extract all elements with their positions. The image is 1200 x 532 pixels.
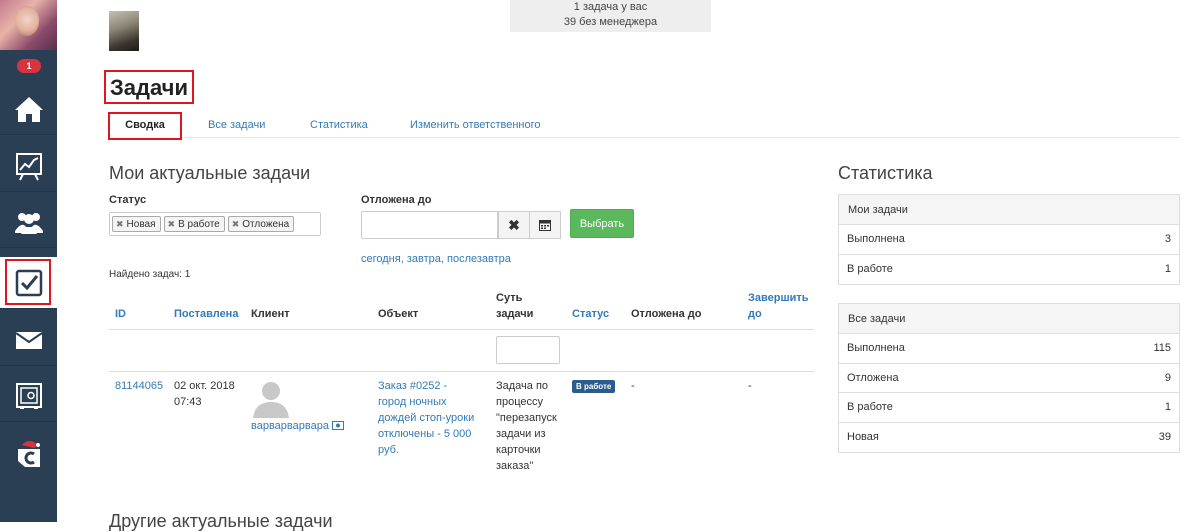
stats-row: Выполнена 3 [839,225,1179,255]
status-multiselect[interactable]: ✖ Новая ✖ В работе ✖ Отложена [109,212,321,236]
task-created: 02 окт. 2018 07:43 [174,380,235,408]
avatar[interactable] [0,0,57,50]
page-title: Задачи [104,70,194,104]
col-object: Объект [378,308,419,320]
task-finish: - [748,380,752,392]
status-label: Статус [109,194,147,206]
status-tag[interactable]: ✖ В работе [163,216,225,232]
statistics-title: Статистика [838,163,933,183]
col-essence: Суть задачи [496,292,534,320]
object-link[interactable]: Заказ #0252 - город ночных дождей стоп-у… [378,378,474,458]
sidebar: 1 [0,0,57,522]
remove-tag-icon[interactable]: ✖ [232,219,240,230]
profile-thumbnail[interactable] [109,11,139,51]
calendar-button[interactable] [529,211,561,239]
col-client: Клиент [251,308,290,320]
quick-date-day-after[interactable]: послезавтра [447,253,511,265]
status-tag[interactable]: ✖ Отложена [227,216,295,232]
nav-clients[interactable] [0,196,57,248]
my-tasks-count-text: 1 задача у вас [573,1,648,13]
nav-tasks[interactable] [0,257,57,309]
safe-icon [15,382,42,409]
stats-row: Отложена 9 [839,364,1179,393]
client-link[interactable]: варварварвара [251,418,345,434]
postponed-label: Отложена до [361,194,432,206]
table-filter-divider [109,371,814,372]
mail-icon [14,331,43,349]
found-count: Найдено задач: 1 [109,269,191,280]
table-header-divider [109,329,814,330]
nav-analytics[interactable] [0,140,57,192]
card-icon[interactable] [332,421,345,430]
stats-row: Выполнена 115 [839,334,1179,364]
tab-all-tasks[interactable]: Все задачи [208,119,265,131]
postponed-date-input[interactable] [361,211,498,239]
tabs: Сводка Все задачи Статистика Изменить от… [108,110,1180,140]
panel-heading: Все задачи [839,304,1179,334]
tab-change-assignee[interactable]: Изменить ответственного [410,119,541,131]
nav-home[interactable] [0,83,57,135]
col-status[interactable]: Статус [572,306,609,322]
chart-icon [15,152,42,180]
client-avatar-icon [253,382,289,418]
notifications-badge[interactable]: 1 [17,59,41,73]
task-summary-box: 1 задача у вас 39 без менеджера [510,0,711,32]
stats-row: Новая 39 [847,431,1171,444]
remove-tag-icon[interactable]: ✖ [116,219,124,230]
tab-summary[interactable]: Сводка [108,112,182,140]
my-tasks-title: Мои актуальные задачи [109,163,311,183]
close-icon: ✖ [508,216,520,233]
task-essence: Задача по процессу "перезапуск задачи из… [496,380,557,472]
nav-brand[interactable] [0,428,57,480]
essence-filter-input[interactable] [496,336,560,364]
col-finish[interactable]: Завершить до [748,290,809,322]
status-tag[interactable]: ✖ Новая [112,216,161,232]
col-created[interactable]: Поставлена [174,306,238,322]
home-icon [14,96,43,122]
calendar-icon [539,220,551,231]
nav-safe[interactable] [0,370,57,422]
clear-date-button[interactable]: ✖ [498,211,530,239]
panel-heading: Мои задачи [839,195,1179,225]
quick-dates: сегодня, завтра, послезавтра [361,253,511,265]
col-id[interactable]: ID [115,306,126,322]
c-logo-icon [17,441,40,467]
quick-date-tomorrow[interactable]: завтра [407,253,441,265]
stats-row: В работе 1 [847,263,1171,276]
tab-statistics[interactable]: Статистика [310,119,368,131]
choose-button[interactable]: Выбрать [570,209,634,238]
unassigned-count-text: 39 без менеджера [563,16,658,28]
my-tasks-stats-panel: Мои задачи Выполнена 3 В работе 1 [838,194,1180,285]
all-tasks-stats-panel: Все задачи Выполнена 115 Отложена 9 В рабо… [838,303,1180,453]
task-postponed: - [631,380,635,392]
quick-date-today[interactable]: сегодня [361,253,401,265]
users-icon [14,212,43,234]
nav-mail[interactable] [0,314,57,366]
stats-row: В работе 1 [839,393,1179,423]
status-badge: В работе [572,380,616,393]
task-id-link[interactable]: 81144065 [115,378,163,394]
col-postponed: Отложена до [631,308,702,320]
remove-tag-icon[interactable]: ✖ [168,219,176,230]
